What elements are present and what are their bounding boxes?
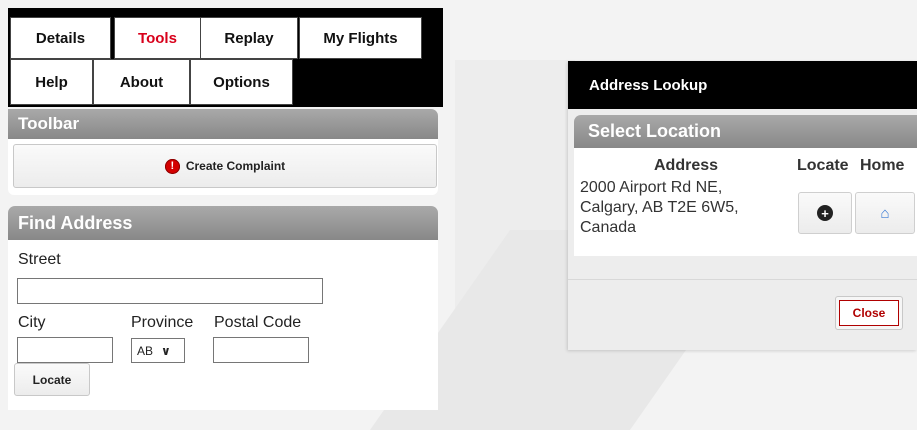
home-row-button[interactable]: ⌂ <box>855 192 915 234</box>
close-label: Close <box>839 300 899 326</box>
city-input[interactable] <box>17 337 113 363</box>
tab-about[interactable]: About <box>93 59 190 105</box>
street-input[interactable] <box>17 278 323 304</box>
address-line: Canada <box>580 219 637 236</box>
find-address-section: Find Address Street City Province AB ∨ P… <box>8 206 438 410</box>
close-button[interactable]: Close <box>835 296 903 330</box>
home-column-header: Home <box>860 157 905 174</box>
address-line: 2000 Airport Rd NE, <box>580 179 723 196</box>
tab-help[interactable]: Help <box>10 59 93 105</box>
find-address-header: Find Address <box>8 206 438 240</box>
tab-details[interactable]: Details <box>10 17 111 59</box>
postal-code-input[interactable] <box>213 337 309 363</box>
province-select[interactable]: AB ∨ <box>131 338 185 363</box>
chevron-down-icon: ∨ <box>161 343 171 358</box>
left-panel: Details Tools Replay My Flights Help Abo… <box>8 8 444 410</box>
dialog-title: Address Lookup <box>568 61 917 109</box>
address-lookup-dialog: Address Lookup Select Location Address L… <box>568 61 917 350</box>
city-label: City <box>18 314 46 331</box>
province-label: Province <box>131 314 194 331</box>
crosshair-icon: + <box>817 205 833 221</box>
tab-bar: Details Tools Replay My Flights Help Abo… <box>8 8 443 107</box>
select-location-header: Select Location <box>574 115 917 148</box>
street-label: Street <box>18 251 61 268</box>
tab-tools[interactable]: Tools <box>114 17 201 59</box>
tab-replay[interactable]: Replay <box>200 17 298 59</box>
toolbar-body: ! Create Complaint <box>8 139 438 195</box>
create-complaint-label: Create Complaint <box>185 159 286 173</box>
locate-column-header: Locate <box>797 157 849 174</box>
province-value: AB <box>137 343 154 358</box>
locate-button[interactable]: Locate <box>14 363 90 396</box>
dialog-divider <box>568 279 917 280</box>
address-line: Calgary, AB T2E 6W5, <box>580 199 739 216</box>
locate-row-button[interactable]: + <box>798 192 852 234</box>
lookup-table: Address Locate Home 2000 Airport Rd NE, … <box>574 148 917 256</box>
find-address-form: Street City Province AB ∨ Postal Code Lo… <box>8 240 438 410</box>
alert-icon: ! <box>164 158 180 174</box>
home-icon: ⌂ <box>880 204 890 222</box>
select-location-section: Select Location Address Locate Home 2000… <box>574 115 917 256</box>
tab-my-flights[interactable]: My Flights <box>299 17 422 59</box>
postal-code-label: Postal Code <box>214 314 302 331</box>
address-column-header: Address <box>654 157 719 174</box>
toolbar-section: Toolbar ! Create Complaint <box>8 109 438 195</box>
address-cell: 2000 Airport Rd NE, Calgary, AB T2E 6W5,… <box>580 178 785 238</box>
toolbar-header: Toolbar <box>8 109 438 139</box>
tab-options[interactable]: Options <box>190 59 293 105</box>
create-complaint-button[interactable]: ! Create Complaint <box>13 144 437 188</box>
